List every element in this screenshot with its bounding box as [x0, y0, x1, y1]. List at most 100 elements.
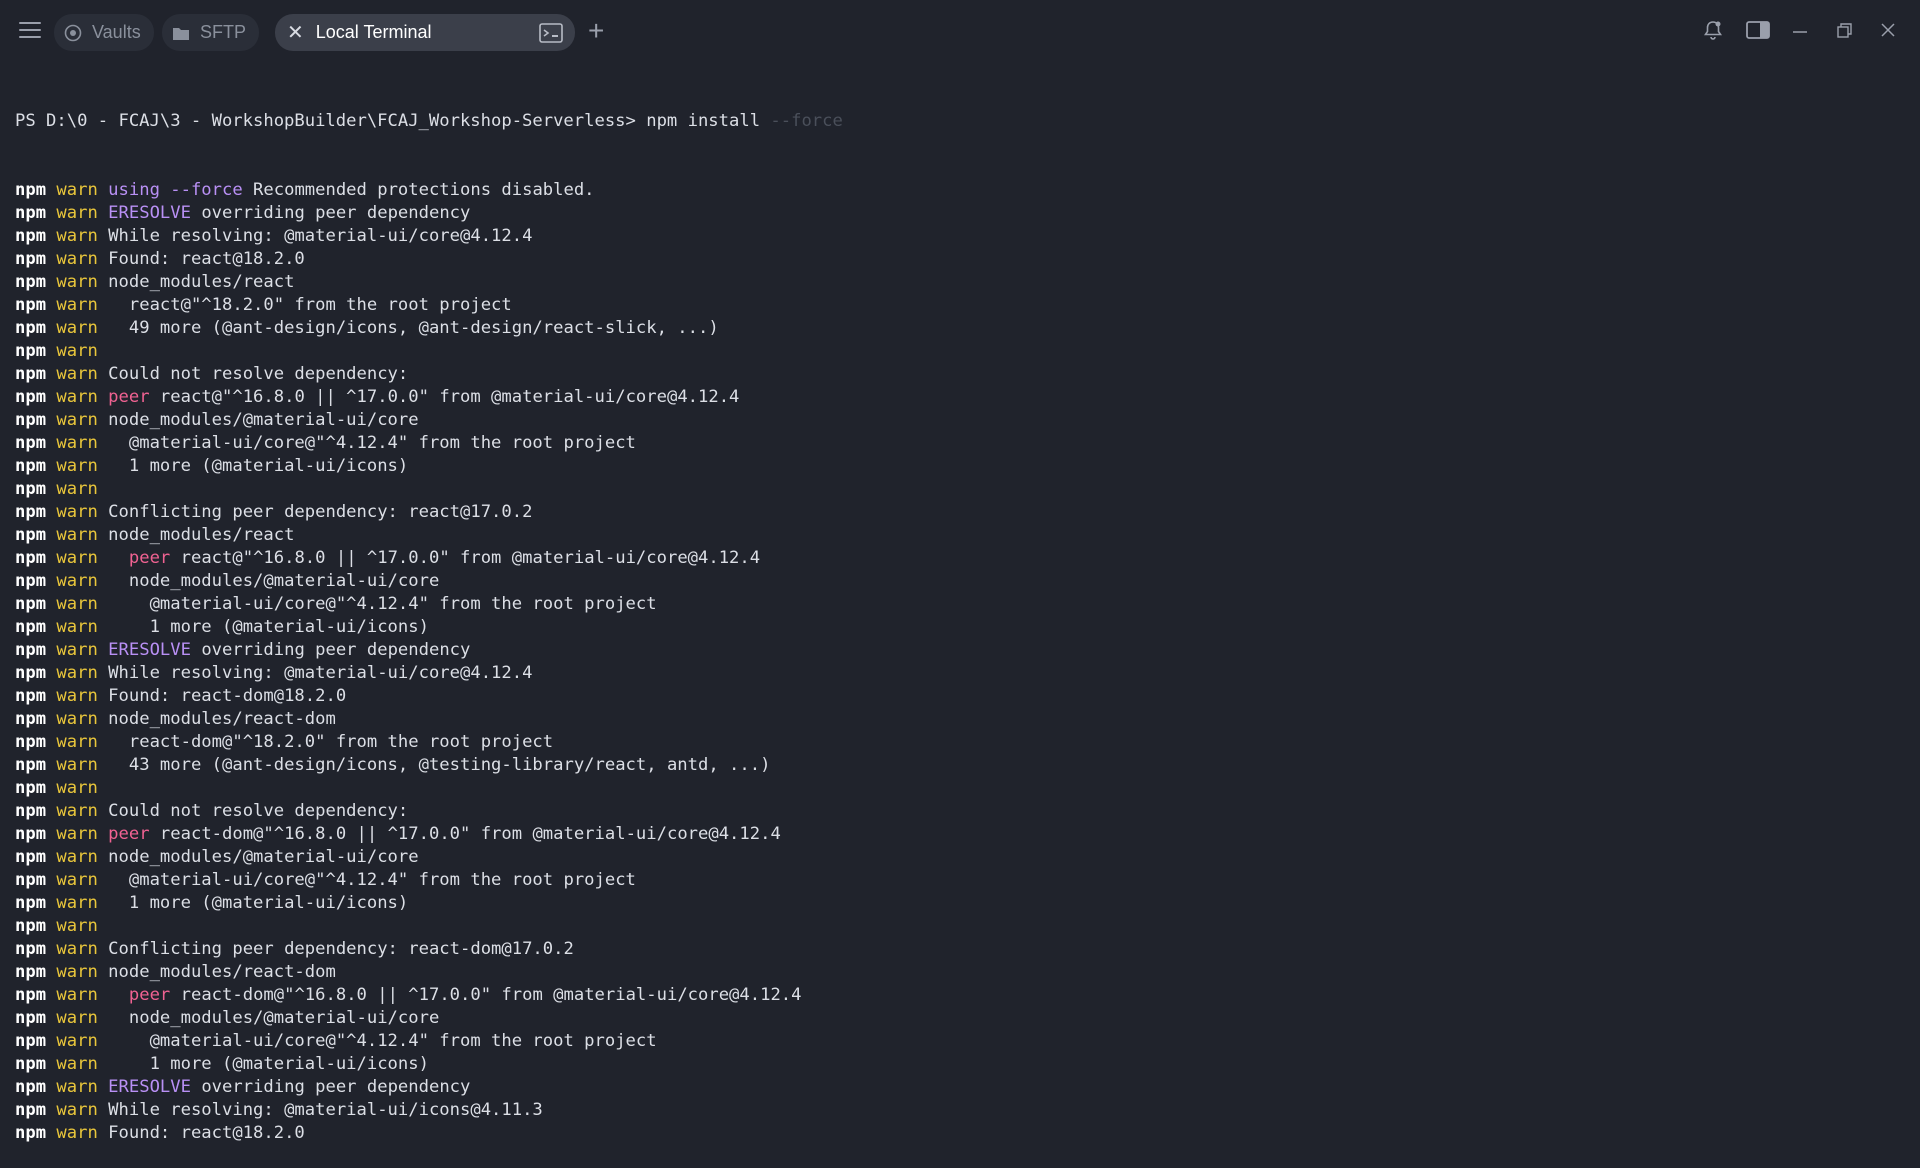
log-line: npm warn node_modules/@material-ui/core [15, 409, 1905, 432]
npm-prefix: npm [15, 686, 47, 706]
title-bar: Vaults SFTP ✕ Local Terminal + [0, 0, 1920, 64]
log-line: npm warn 49 more (@ant-design/icons, @an… [15, 317, 1905, 340]
log-line: npm warn react@"^18.2.0" from the root p… [15, 294, 1905, 317]
log-line: npm warn 43 more (@ant-design/icons, @te… [15, 754, 1905, 777]
minimize-icon[interactable] [1792, 20, 1808, 45]
log-line: npm warn [15, 478, 1905, 501]
warn-level: warn [56, 962, 98, 982]
log-line: npm warn Conflicting peer dependency: re… [15, 938, 1905, 961]
log-segment: peer [128, 548, 171, 568]
log-segment: 43 more (@ant-design/icons, @testing-lib… [108, 755, 771, 775]
warn-level: warn [56, 341, 98, 361]
warn-level: warn [56, 272, 98, 292]
log-segment: Conflicting peer dependency: react-dom@1… [108, 939, 574, 959]
tab-sftp-label: SFTP [200, 22, 247, 42]
warn-level: warn [56, 686, 98, 706]
log-segment: node_modules/@material-ui/core [108, 1008, 440, 1028]
log-segment: node_modules/react-dom [108, 962, 336, 982]
warn-level: warn [56, 1100, 98, 1120]
log-line: npm warn 1 more (@material-ui/icons) [15, 892, 1905, 915]
terminal-output[interactable]: PS D:\0 - FCAJ\3 - WorkshopBuilder\FCAJ_… [15, 64, 1905, 1168]
log-segment [108, 985, 129, 1005]
window-close-icon[interactable] [1880, 20, 1896, 45]
log-line: npm warn node_modules/react-dom [15, 708, 1905, 731]
npm-prefix: npm [15, 755, 47, 775]
restore-icon[interactable] [1836, 20, 1852, 45]
warn-level: warn [56, 985, 98, 1005]
warn-level: warn [56, 594, 98, 614]
tab-vaults[interactable]: Vaults [54, 14, 154, 51]
npm-prefix: npm [15, 870, 47, 890]
log-segment: node_modules/react [108, 272, 295, 292]
log-line: npm warn @material-ui/core@"^4.12.4" fro… [15, 869, 1905, 892]
tab-local-terminal-label: Local Terminal [315, 22, 432, 42]
panel-icon[interactable] [1746, 20, 1770, 45]
log-segment: overriding peer dependency [190, 640, 471, 660]
npm-prefix: npm [15, 1008, 47, 1028]
npm-prefix: npm [15, 1123, 47, 1143]
log-line: npm warn Could not resolve dependency: [15, 800, 1905, 823]
menu-icon[interactable] [19, 22, 41, 42]
log-line: npm warn Found: react@18.2.0 [15, 1122, 1905, 1145]
log-segment: @material-ui/core@"^4.12.4" from the roo… [108, 1031, 657, 1051]
warn-level: warn [56, 755, 98, 775]
npm-prefix: npm [15, 709, 47, 729]
warn-level: warn [56, 732, 98, 752]
warn-level: warn [56, 548, 98, 568]
npm-prefix: npm [15, 272, 47, 292]
log-line: npm warn 1 more (@material-ui/icons) [15, 1053, 1905, 1076]
log-line: npm warn Found: react-dom@18.2.0 [15, 685, 1905, 708]
log-segment: 1 more (@material-ui/icons) [108, 456, 409, 476]
warn-level: warn [56, 916, 98, 936]
npm-prefix: npm [15, 456, 47, 476]
warn-level: warn [56, 893, 98, 913]
log-line: npm warn [15, 915, 1905, 938]
npm-prefix: npm [15, 847, 47, 867]
warn-level: warn [56, 249, 98, 269]
npm-prefix: npm [15, 985, 47, 1005]
warn-level: warn [56, 364, 98, 384]
warn-level: warn [56, 571, 98, 591]
terminal-log: npm warn using --force Recommended prote… [15, 179, 1905, 1145]
log-line: npm warn @material-ui/core@"^4.12.4" fro… [15, 593, 1905, 616]
command-text: npm install [635, 111, 771, 131]
warn-level: warn [56, 1031, 98, 1051]
warn-level: warn [56, 1054, 98, 1074]
log-segment: react-dom@"^16.8.0 || ^17.0.0" from @mat… [170, 985, 802, 1005]
warn-level: warn [56, 709, 98, 729]
warn-level: warn [56, 456, 98, 476]
terminal-icon[interactable] [539, 23, 563, 48]
log-line: npm warn @material-ui/core@"^4.12.4" fro… [15, 432, 1905, 455]
log-line: npm warn react-dom@"^18.2.0" from the ro… [15, 731, 1905, 754]
tab-vaults-label: Vaults [92, 22, 141, 42]
log-segment: @material-ui/core@"^4.12.4" from the roo… [108, 870, 636, 890]
log-segment: While resolving: @material-ui/icons@4.11… [108, 1100, 543, 1120]
npm-prefix: npm [15, 479, 47, 499]
log-line: npm warn using --force Recommended prote… [15, 179, 1905, 202]
npm-prefix: npm [15, 640, 47, 660]
log-line: npm warn [15, 340, 1905, 363]
npm-prefix: npm [15, 939, 47, 959]
log-segment: react@"^16.8.0 || ^17.0.0" from @materia… [149, 387, 740, 407]
log-segment: Found: react-dom@18.2.0 [108, 686, 347, 706]
add-tab-button[interactable]: + [588, 16, 604, 46]
npm-prefix: npm [15, 916, 47, 936]
npm-prefix: npm [15, 893, 47, 913]
warn-level: warn [56, 1123, 98, 1143]
tab-local-terminal[interactable]: ✕ Local Terminal [275, 14, 575, 51]
log-line: npm warn ERESOLVE overriding peer depend… [15, 202, 1905, 225]
prompt-text: PS D:\0 - FCAJ\3 - WorkshopBuilder\FCAJ_… [15, 111, 636, 131]
log-segment: 1 more (@material-ui/icons) [108, 617, 429, 637]
log-line: npm warn While resolving: @material-ui/c… [15, 225, 1905, 248]
log-line: npm warn While resolving: @material-ui/c… [15, 662, 1905, 685]
log-line: npm warn Could not resolve dependency: [15, 363, 1905, 386]
log-segment: 49 more (@ant-design/icons, @ant-design/… [108, 318, 719, 338]
npm-prefix: npm [15, 1077, 47, 1097]
bell-icon[interactable] [1704, 20, 1722, 45]
log-segment: node_modules/@material-ui/core [108, 847, 419, 867]
log-line: npm warn Found: react@18.2.0 [15, 248, 1905, 271]
tab-sftp[interactable]: SFTP [162, 14, 259, 51]
close-icon[interactable]: ✕ [287, 20, 304, 45]
log-line: npm warn node_modules/react-dom [15, 961, 1905, 984]
npm-prefix: npm [15, 1054, 47, 1074]
